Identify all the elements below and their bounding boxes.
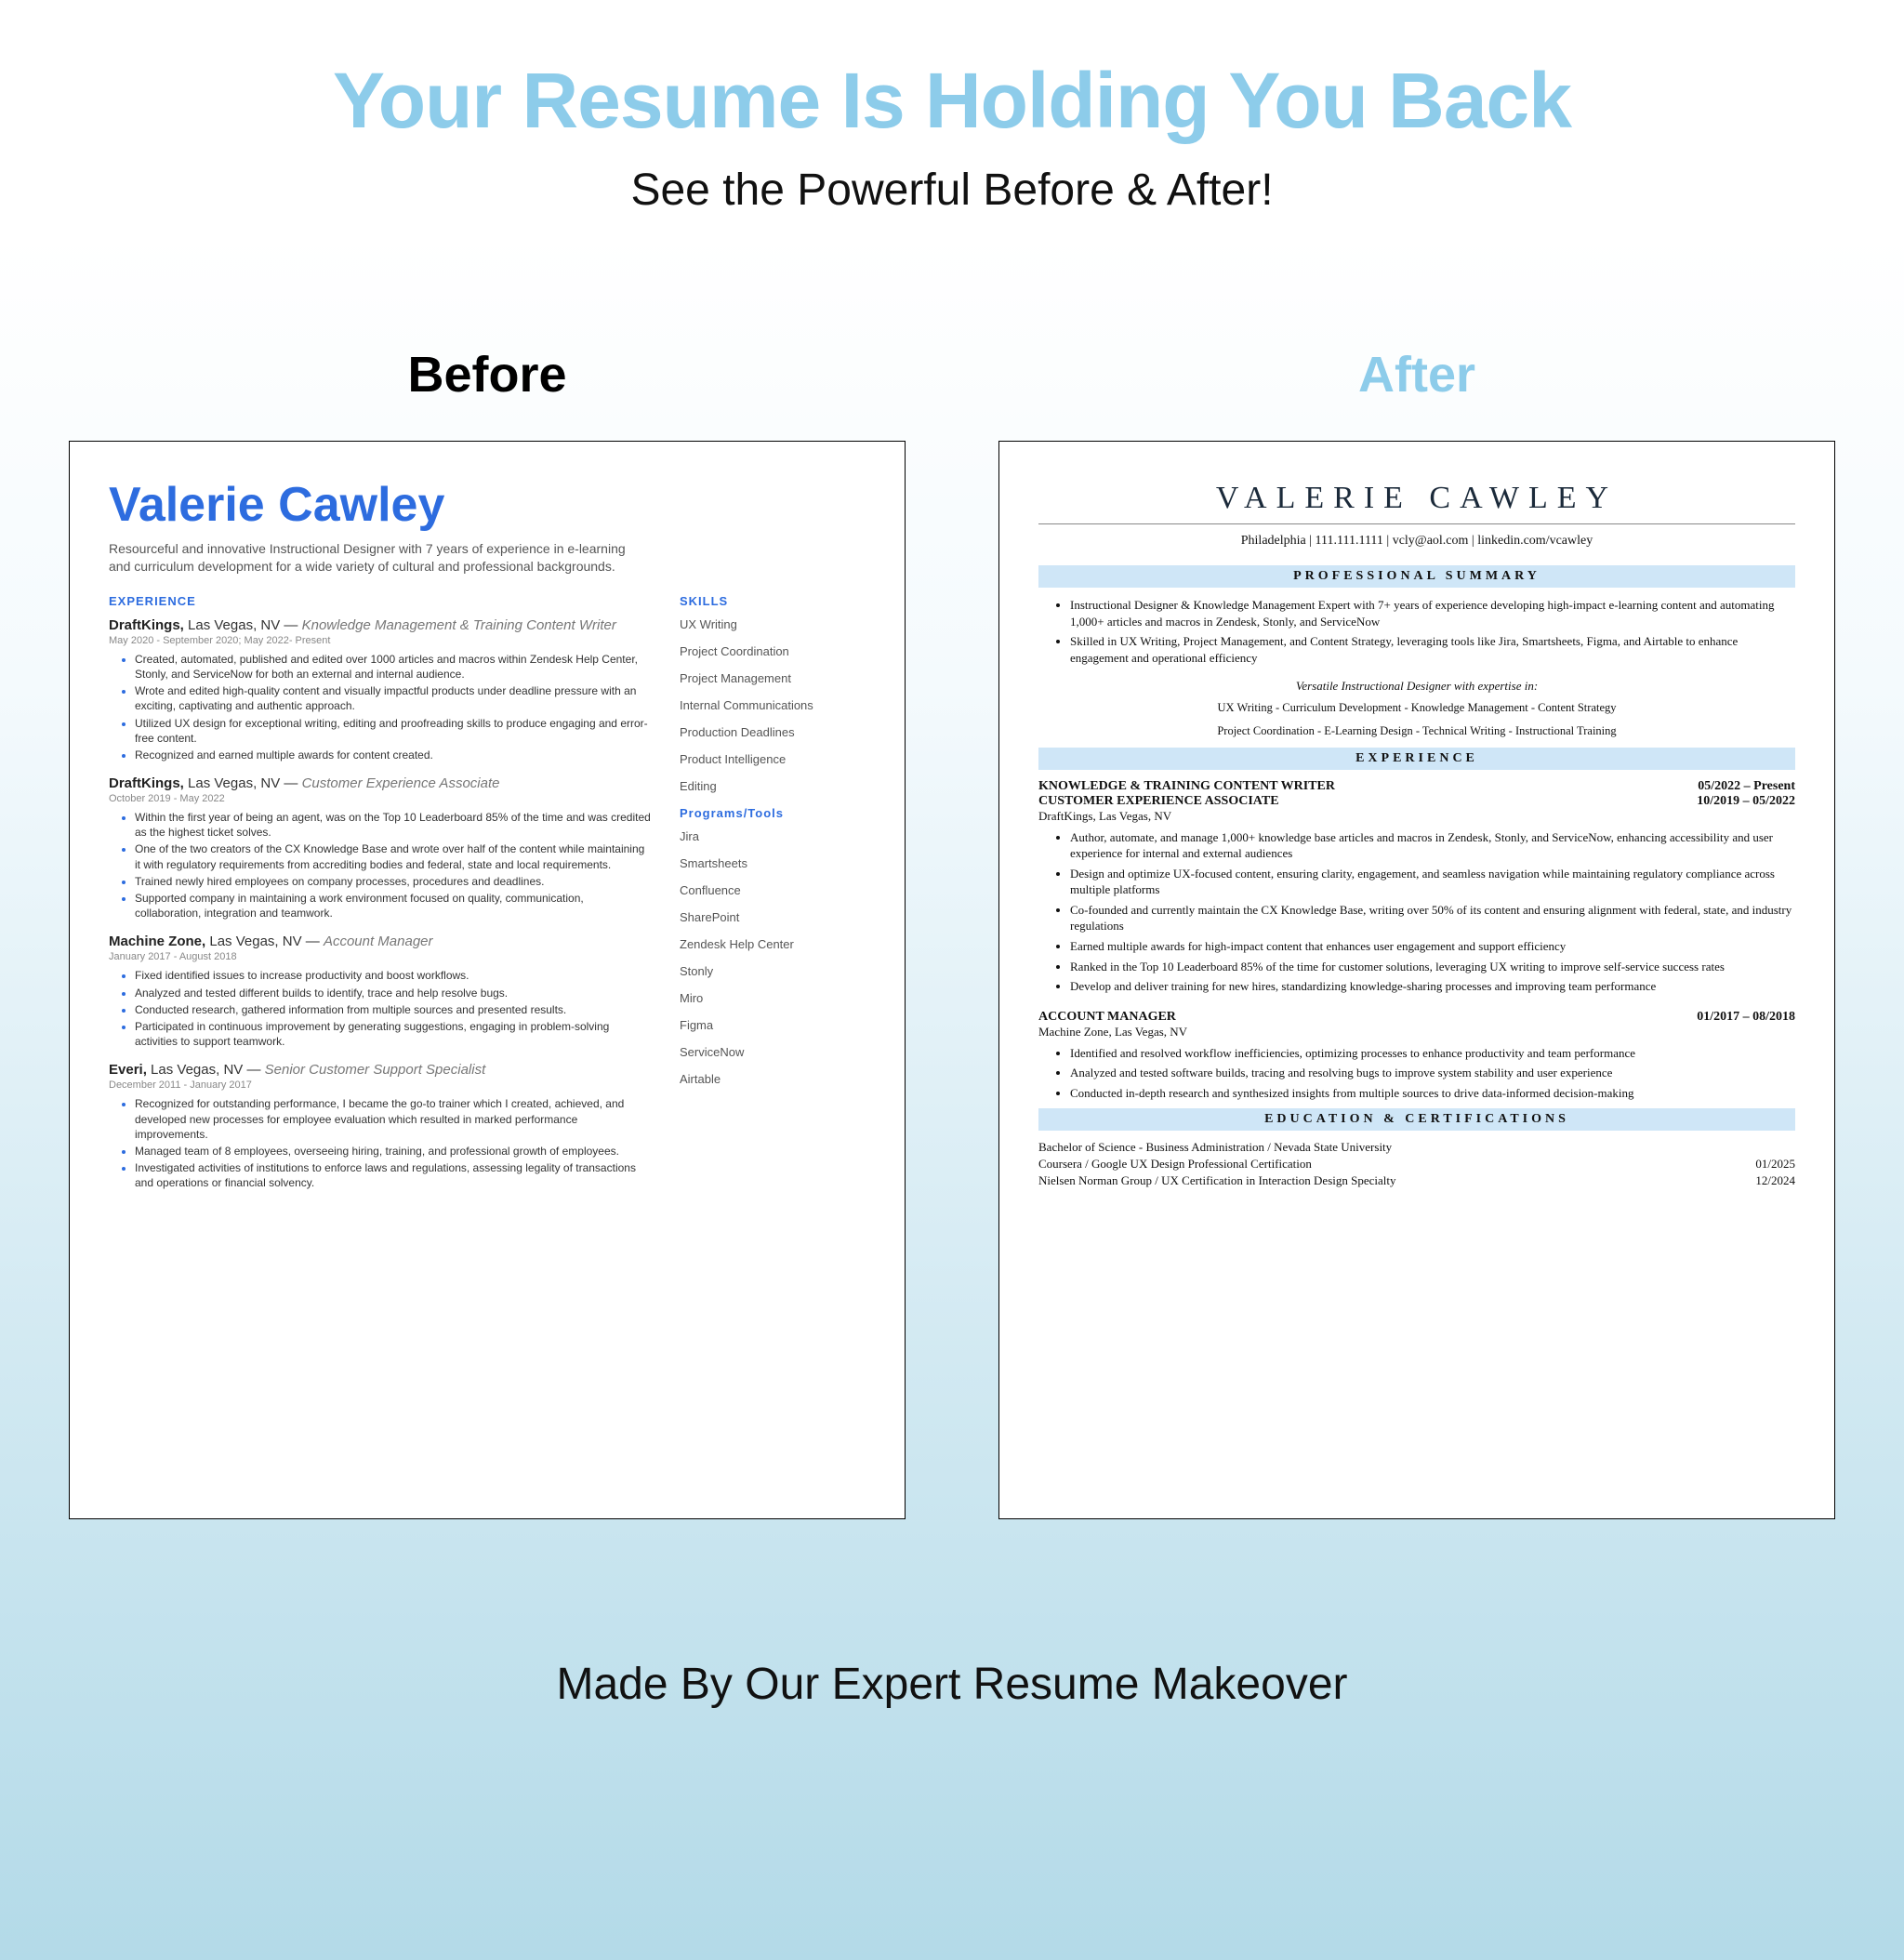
program-item: Zendesk Help Center bbox=[680, 937, 866, 951]
after-column: After VALERIE CAWLEY Philadelphia | 111.… bbox=[998, 346, 1835, 1519]
skill-item: UX Writing bbox=[680, 617, 866, 631]
before-label: Before bbox=[69, 346, 906, 404]
job-header: DraftKings, Las Vegas, NV — Knowledge Ma… bbox=[109, 617, 652, 633]
job-header: Everi, Las Vegas, NV — Senior Customer S… bbox=[109, 1062, 652, 1078]
skills-heading: SKILLS bbox=[680, 594, 866, 608]
job-title-row: ACCOUNT MANAGER01/2017 – 08/2018 bbox=[1038, 1010, 1795, 1025]
after-resume-page: VALERIE CAWLEY Philadelphia | 111.111.11… bbox=[998, 441, 1835, 1519]
program-item: Jira bbox=[680, 829, 866, 843]
program-item: Miro bbox=[680, 991, 866, 1005]
job-bullets: Created, automated, published and edited… bbox=[109, 652, 652, 762]
summary-bar: PROFESSIONAL SUMMARY bbox=[1038, 565, 1795, 588]
program-item: SharePoint bbox=[680, 910, 866, 924]
job-bullets: Author, automate, and manage 1,000+ know… bbox=[1038, 829, 1795, 995]
skill-item: Project Management bbox=[680, 671, 866, 685]
keywords-line: Project Coordination - E-Learning Design… bbox=[1038, 722, 1795, 740]
program-item: Airtable bbox=[680, 1072, 866, 1086]
subheadline: See the Powerful Before & After! bbox=[0, 165, 1904, 216]
job-dates: January 2017 - August 2018 bbox=[109, 951, 652, 962]
program-item: Figma bbox=[680, 1018, 866, 1032]
footer-text: Made By Our Expert Resume Makeover bbox=[0, 1659, 1904, 1710]
job-title-row: CUSTOMER EXPERIENCE ASSOCIATE10/2019 – 0… bbox=[1038, 794, 1795, 809]
job-title-row: KNOWLEDGE & TRAINING CONTENT WRITER05/20… bbox=[1038, 779, 1795, 794]
job-dates: December 2011 - January 2017 bbox=[109, 1079, 652, 1091]
education-bar: EDUCATION & CERTIFICATIONS bbox=[1038, 1108, 1795, 1131]
programs-heading: Programs/Tools bbox=[680, 806, 866, 820]
job-header: DraftKings, Las Vegas, NV — Customer Exp… bbox=[109, 775, 652, 791]
divider bbox=[1038, 523, 1795, 524]
skill-item: Internal Communications bbox=[680, 698, 866, 712]
before-column: Before Valerie Cawley Resourceful and in… bbox=[69, 346, 906, 1519]
skill-item: Production Deadlines bbox=[680, 725, 866, 739]
job-bullets: Identified and resolved workflow ineffic… bbox=[1038, 1045, 1795, 1102]
after-name: VALERIE CAWLEY bbox=[1038, 481, 1795, 516]
job-sub: DraftKings, Las Vegas, NV bbox=[1038, 809, 1795, 824]
job-sub: Machine Zone, Las Vegas, NV bbox=[1038, 1025, 1795, 1040]
job-bullets: Within the first year of being an agent,… bbox=[109, 810, 652, 920]
comparison-row: Before Valerie Cawley Resourceful and in… bbox=[0, 346, 1904, 1519]
job-bullets: Recognized for outstanding performance, … bbox=[109, 1096, 652, 1190]
before-summary: Resourceful and innovative Instructional… bbox=[109, 540, 639, 576]
edu-row: Bachelor of Science - Business Administr… bbox=[1038, 1140, 1795, 1155]
skill-item: Editing bbox=[680, 779, 866, 793]
keywords-line: UX Writing - Curriculum Development - Kn… bbox=[1038, 699, 1795, 717]
program-item: Smartsheets bbox=[680, 856, 866, 870]
before-resume-page: Valerie Cawley Resourceful and innovativ… bbox=[69, 441, 906, 1519]
tagline: Versatile Instructional Designer with ex… bbox=[1038, 679, 1795, 694]
headline: Your Resume Is Holding You Back bbox=[0, 56, 1904, 146]
program-item: ServiceNow bbox=[680, 1045, 866, 1059]
skill-item: Project Coordination bbox=[680, 644, 866, 658]
experience-bar: EXPERIENCE bbox=[1038, 748, 1795, 770]
job-dates: October 2019 - May 2022 bbox=[109, 793, 652, 804]
program-item: Confluence bbox=[680, 883, 866, 897]
edu-row: Coursera / Google UX Design Professional… bbox=[1038, 1157, 1795, 1172]
before-name: Valerie Cawley bbox=[109, 477, 866, 533]
program-item: Stonly bbox=[680, 964, 866, 978]
experience-heading: EXPERIENCE bbox=[109, 594, 652, 608]
skill-item: Product Intelligence bbox=[680, 752, 866, 766]
job-dates: May 2020 - September 2020; May 2022- Pre… bbox=[109, 635, 652, 646]
summary-bullets: Instructional Designer & Knowledge Manag… bbox=[1038, 597, 1795, 666]
job-bullets: Fixed identified issues to increase prod… bbox=[109, 968, 652, 1049]
job-header: Machine Zone, Las Vegas, NV — Account Ma… bbox=[109, 934, 652, 949]
edu-row: Nielsen Norman Group / UX Certification … bbox=[1038, 1173, 1795, 1188]
contact-line: Philadelphia | 111.111.1111 | vcly@aol.c… bbox=[1038, 534, 1795, 549]
after-label: After bbox=[998, 346, 1835, 404]
